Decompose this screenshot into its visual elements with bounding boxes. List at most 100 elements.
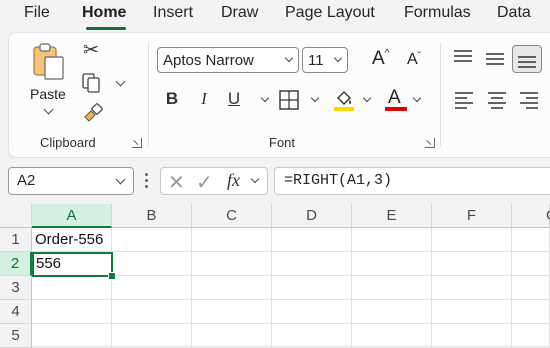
fill-handle[interactable]: [108, 272, 116, 280]
cell-g1[interactable]: [512, 228, 550, 252]
cell-e4[interactable]: [352, 300, 432, 324]
insert-function-chevron-icon[interactable]: [250, 174, 260, 184]
enter-check-icon[interactable]: ✓: [196, 170, 213, 195]
worksheet-grid: A B C D E F G 1 2 3 4 5 Order-556 556: [0, 204, 550, 348]
font-name-select[interactable]: Aptos Narrow: [157, 47, 299, 73]
row-header-1[interactable]: 1: [0, 228, 32, 252]
cell-c4[interactable]: [192, 300, 272, 324]
copy-button[interactable]: [80, 72, 102, 94]
tab-home[interactable]: Home: [82, 4, 126, 22]
cell-a1[interactable]: Order-556: [32, 228, 112, 252]
cell-a4[interactable]: [32, 300, 112, 324]
format-painter-button[interactable]: [82, 103, 104, 123]
cell-g2[interactable]: [512, 252, 550, 276]
cell-b1[interactable]: [112, 228, 192, 252]
column-header-b[interactable]: B: [112, 204, 192, 228]
cell-b3[interactable]: [112, 276, 192, 300]
cell-b5[interactable]: [112, 324, 192, 348]
tab-draw[interactable]: Draw: [221, 4, 258, 22]
column-header-g[interactable]: G: [512, 204, 550, 228]
column-header-d[interactable]: D: [272, 204, 352, 228]
tab-file[interactable]: File: [24, 4, 50, 22]
align-middle-icon[interactable]: [484, 49, 506, 69]
align-right-icon[interactable]: [518, 90, 540, 110]
cell-c1[interactable]: [192, 228, 272, 252]
grow-font-caret-icon: ^: [384, 48, 390, 59]
cell-d5[interactable]: [272, 324, 352, 348]
tab-page-layout[interactable]: Page Layout: [285, 4, 375, 22]
tab-formulas[interactable]: Formulas: [404, 4, 471, 22]
cell-b4[interactable]: [112, 300, 192, 324]
clipboard-dialog-launcher-icon[interactable]: [132, 138, 142, 148]
align-left-icon[interactable]: [453, 90, 475, 110]
cell-e2[interactable]: [352, 252, 432, 276]
italic-button[interactable]: I: [191, 86, 217, 112]
cell-b2[interactable]: [112, 252, 192, 276]
tab-insert[interactable]: Insert: [153, 4, 193, 22]
shrink-font-button[interactable]: Aˇ: [407, 51, 421, 69]
row-header-3[interactable]: 3: [0, 276, 32, 300]
cell-d4[interactable]: [272, 300, 352, 324]
cell-c5[interactable]: [192, 324, 272, 348]
cell-f1[interactable]: [432, 228, 512, 252]
grow-font-button[interactable]: A^: [372, 48, 389, 70]
font-color-swatch: [385, 107, 407, 111]
tab-data[interactable]: Data: [497, 4, 531, 22]
formula-bar-grip-icon[interactable]: [145, 173, 148, 189]
font-color-button[interactable]: A: [384, 86, 408, 112]
cell-d1[interactable]: [272, 228, 352, 252]
cell-a2[interactable]: 556: [32, 252, 113, 277]
paste-button[interactable]: Paste: [28, 40, 70, 106]
cell-c2[interactable]: [192, 252, 272, 276]
paste-icon: [33, 43, 64, 80]
formula-input[interactable]: =RIGHT(A1,3): [274, 167, 550, 195]
cell-a3[interactable]: [32, 276, 112, 300]
align-bottom-icon: [518, 56, 536, 68]
align-center-icon[interactable]: [486, 90, 508, 110]
cell-d2[interactable]: [272, 252, 352, 276]
cell-e5[interactable]: [352, 324, 432, 348]
cell-g3[interactable]: [512, 276, 550, 300]
cell-g5[interactable]: [512, 324, 550, 348]
font-dialog-launcher-icon[interactable]: [425, 138, 435, 148]
ribbon-separator: [440, 42, 441, 146]
cell-d3[interactable]: [272, 276, 352, 300]
clipboard-group-label: Clipboard: [40, 135, 96, 150]
borders-button[interactable]: [278, 89, 300, 111]
cell-c3[interactable]: [192, 276, 272, 300]
fill-color-button[interactable]: [333, 88, 355, 112]
ribbon-separator: [148, 42, 149, 146]
menu-tabs: File Home Insert Draw Page Layout Formul…: [0, 0, 550, 30]
cell-e3[interactable]: [352, 276, 432, 300]
row-header-5[interactable]: 5: [0, 324, 32, 348]
column-header-f[interactable]: F: [432, 204, 512, 228]
row-header-4[interactable]: 4: [0, 300, 32, 324]
cell-f5[interactable]: [432, 324, 512, 348]
align-bottom-button[interactable]: [512, 45, 542, 73]
cell-f4[interactable]: [432, 300, 512, 324]
paste-label: Paste: [30, 86, 66, 102]
formula-text: =RIGHT(A1,3): [284, 172, 393, 189]
name-box[interactable]: A2: [8, 167, 134, 195]
cell-a5[interactable]: [32, 324, 112, 348]
active-tab-indicator: [86, 27, 126, 30]
row-header-2[interactable]: 2: [0, 252, 32, 276]
cell-g4[interactable]: [512, 300, 550, 324]
column-header-c[interactable]: C: [192, 204, 272, 228]
font-size-select[interactable]: 11: [302, 47, 348, 73]
cell-f3[interactable]: [432, 276, 512, 300]
cancel-icon[interactable]: ✕: [168, 170, 185, 195]
underline-button[interactable]: U: [221, 86, 247, 112]
column-header-a[interactable]: A: [32, 204, 112, 228]
column-header-e[interactable]: E: [352, 204, 432, 228]
align-top-icon[interactable]: [452, 48, 474, 68]
select-all-corner[interactable]: [0, 204, 32, 228]
insert-function-button[interactable]: fx: [227, 170, 240, 191]
bold-button[interactable]: B: [159, 86, 185, 112]
cut-icon[interactable]: ✂: [83, 41, 99, 60]
font-group-label: Font: [269, 135, 296, 150]
grow-font-letter: A: [372, 48, 385, 69]
font-size-value: 11: [308, 52, 324, 69]
cell-f2[interactable]: [432, 252, 512, 276]
cell-e1[interactable]: [352, 228, 432, 252]
